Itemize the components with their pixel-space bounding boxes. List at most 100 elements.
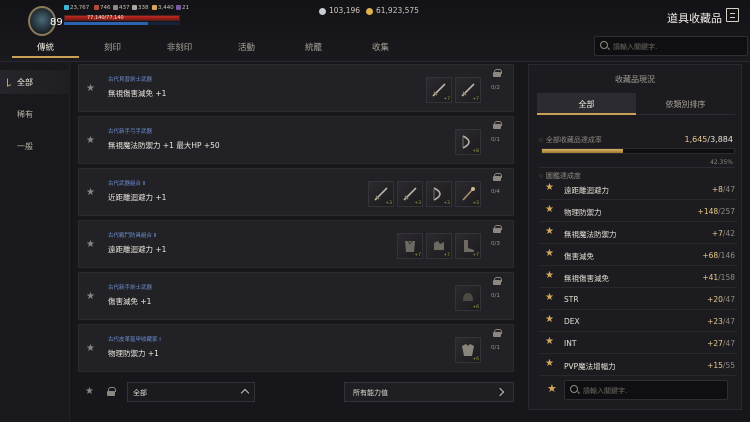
lock-icon (493, 173, 502, 181)
collection-row[interactable]: ★ 古代見習劍士武器 無視傷害減免 +1 +7 +7 0/2 (78, 64, 514, 112)
collection-category: 古代武器組合 Ⅱ (108, 181, 146, 187)
lock-icon (493, 69, 502, 77)
filter-bar: ★ 全部 所有能力值 (78, 378, 514, 406)
collection-effect: 無視傷害減免 +1 (108, 89, 167, 98)
panel-search-input[interactable] (583, 384, 723, 397)
stat-row[interactable]: ★ 物理防禦力 +148/257 (539, 201, 737, 222)
collection-count: 0/1 (491, 293, 500, 299)
tab-traditional[interactable]: 傳統 (12, 36, 79, 58)
ability-filter-button[interactable]: 所有能力值 (344, 382, 514, 402)
grade-dropdown[interactable]: 全部 (127, 382, 255, 402)
collection-category: 古代皮革盔甲收藏家 Ⅰ (108, 337, 161, 343)
panel-favorite-star-icon[interactable]: ★ (547, 382, 557, 395)
collection-effect: 傷害減免 +1 (108, 297, 152, 306)
lock-icon (493, 329, 502, 337)
stat-row[interactable]: ★ 無視魔法防禦力 +7/42 (539, 223, 737, 244)
stat-row[interactable]: ★ INT +27/47 (539, 333, 737, 354)
chevron-up-icon (240, 388, 250, 398)
collection-category: 古代見習劍士武器 (108, 77, 153, 83)
stat-row[interactable]: ★ 遠距離迴避力 +8/47 (539, 179, 737, 200)
top-bar: 89 23,767 746 437 338 3,440 21 77,140/77… (0, 0, 750, 62)
silver-currency: 103,196 (319, 6, 360, 15)
collection-effect: 無視魔法防禦力 +1 最大HP +50 (108, 141, 220, 150)
tab-non-engraved[interactable]: 非刻印 (146, 36, 213, 58)
tab-event[interactable]: 活動 (213, 36, 280, 58)
tab-engraved[interactable]: 刻印 (79, 36, 146, 58)
stat-row[interactable]: ★ STR +20/47 (539, 289, 737, 310)
stat-row[interactable]: ★ DEX +23/47 (539, 311, 737, 332)
item-slot[interactable]: +8 (455, 129, 481, 155)
item-slot[interactable]: +7 (397, 233, 423, 259)
search-input[interactable] (613, 40, 741, 53)
sidebar-item-rare[interactable]: 稀有 (0, 102, 70, 126)
collection-status-panel: 收藏品現況 全部 依類別排序 全部收藏品達成率 1,645/3,884 42.3… (528, 64, 742, 410)
character-level: 89 (50, 17, 63, 28)
tab-collect[interactable]: 收集 (347, 36, 414, 58)
total-progress-bar (541, 148, 735, 154)
item-slot[interactable]: +7 (426, 233, 452, 259)
stat-row[interactable]: ★ 傷害減免 +68/146 (539, 245, 737, 266)
mp-bar (64, 22, 180, 25)
stat-3: 437 (113, 5, 130, 11)
favorite-filter-star-icon[interactable]: ★ (85, 386, 94, 397)
favorite-star-icon[interactable]: ★ (86, 187, 95, 198)
potion-icon (176, 5, 181, 10)
collection-category: 古代新手弓手武器 (108, 129, 153, 135)
panel-search-box (564, 380, 728, 400)
favorite-star-icon[interactable]: ★ (86, 135, 95, 146)
item-slot[interactable]: +3 (426, 181, 452, 207)
stat-row[interactable]: ★ 無視傷害減免 +41/158 (539, 267, 737, 288)
gold-currency: 61,923,575 (366, 6, 419, 15)
favorite-star-icon[interactable]: ★ (86, 83, 95, 94)
stat-5: 3,440 (152, 5, 174, 11)
item-slot[interactable]: +3 (368, 181, 394, 207)
collection-row[interactable]: ★ 古代新手劍士武器 傷害減免 +1 +6 0/1 (78, 272, 514, 320)
shield-icon (113, 5, 118, 10)
grade-dropdown-label: 全部 (133, 389, 147, 397)
tab-system[interactable]: 統籠 (280, 36, 347, 58)
panel-tab-all[interactable]: 全部 (537, 93, 636, 115)
sidebar-item-all[interactable]: 全部 (0, 70, 70, 94)
item-slot[interactable]: +7 (455, 77, 481, 103)
exit-icon[interactable] (726, 8, 739, 22)
item-slot[interactable]: +3 (397, 181, 423, 207)
ability-filter-label: 所有能力值 (353, 389, 388, 397)
stat-row[interactable]: ★ PVP魔法增幅力 +15/55 (539, 355, 737, 376)
panel-tab-by-category[interactable]: 依類別排序 (636, 93, 735, 115)
chevron-right-icon (495, 387, 505, 397)
star-icon: ★ (545, 270, 554, 281)
collection-effect: 遠距離迴避力 +1 (108, 245, 167, 254)
gold-coin-small-icon (152, 5, 157, 10)
collection-count: 0/3 (491, 241, 500, 247)
item-slot[interactable]: +3 (455, 181, 481, 207)
collection-effect: 近距離迴避力 +1 (108, 193, 167, 202)
item-slot[interactable]: +6 (455, 285, 481, 311)
collection-effect: 物理防禦力 +1 (108, 349, 159, 358)
star-icon: ★ (545, 226, 554, 237)
item-slot[interactable]: +7 (455, 233, 481, 259)
favorite-star-icon[interactable]: ★ (86, 239, 95, 250)
collection-count: 0/1 (491, 137, 500, 143)
stat-2: 746 (94, 5, 111, 11)
favorite-star-icon[interactable]: ★ (86, 291, 95, 302)
collection-row[interactable]: ★ 古代皮革盔甲收藏家 Ⅰ 物理防禦力 +1 +6 0/1 (78, 324, 514, 372)
total-rate-label: 全部收藏品達成率 (539, 135, 602, 145)
sidebar-item-normal[interactable]: 一般 (0, 134, 70, 158)
divider (539, 167, 735, 168)
collection-row[interactable]: ★ 古代新手弓手武器 無視魔法防禦力 +1 最大HP +50 +8 0/1 (78, 116, 514, 164)
stat-4: 338 (132, 5, 149, 11)
item-slot[interactable]: +7 (426, 77, 452, 103)
sidebar: 全部 稀有 一般 (0, 62, 70, 422)
star-icon: ★ (545, 292, 554, 303)
collection-row[interactable]: ★ 古代戰鬥防具組合 Ⅱ 遠距離迴避力 +1 +7 +7 +7 0/3 (78, 220, 514, 268)
panel-title: 收藏品現況 (615, 75, 655, 84)
collection-category: 古代戰鬥防具組合 Ⅱ (108, 233, 157, 239)
collection-count: 0/2 (491, 85, 500, 91)
item-slot[interactable]: +6 (455, 337, 481, 363)
category-tabs: 傳統 刻印 非刻印 活動 統籠 收集 (12, 36, 414, 60)
lock-filter-icon[interactable] (107, 387, 116, 396)
search-box (594, 36, 748, 56)
favorite-star-icon[interactable]: ★ (86, 343, 95, 354)
collection-row[interactable]: ★ 古代武器組合 Ⅱ 近距離迴避力 +1 +3 +3 +3 +3 0/4 (78, 168, 514, 216)
total-progress-percent: 42.35% (710, 159, 733, 166)
